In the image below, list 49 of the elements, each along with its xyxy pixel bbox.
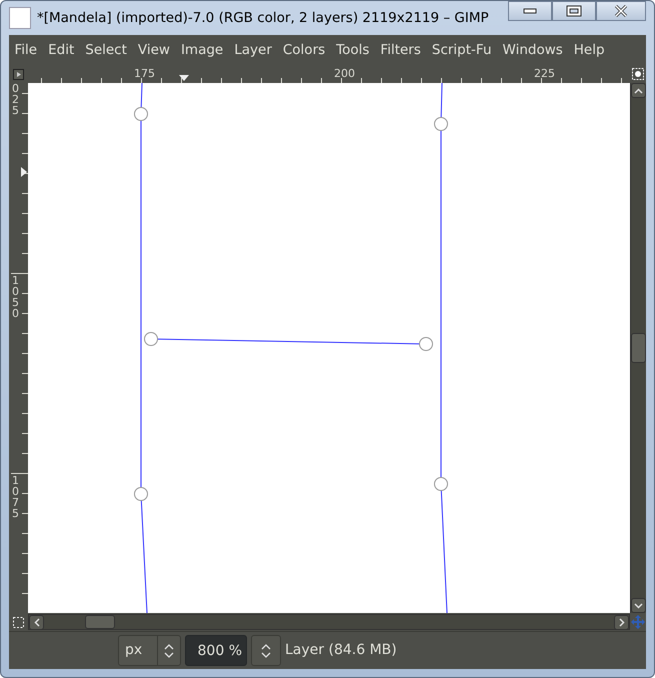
menu-item[interactable]: File [9, 40, 43, 60]
scroll-right-button[interactable] [614, 614, 629, 630]
up-down-icon [164, 644, 174, 658]
chevron-right-icon [618, 618, 624, 626]
scroll-left-button[interactable] [29, 614, 44, 630]
menu-item[interactable]: Tools [330, 40, 375, 60]
vertical-scrollbar[interactable] [630, 83, 646, 613]
menu-item[interactable]: Image [175, 40, 229, 60]
menu-item[interactable]: Layer [228, 40, 278, 60]
minimize-button[interactable] [508, 1, 552, 21]
menu-item[interactable]: Script-Fu [426, 40, 498, 60]
zoom-dropdown-button[interactable] [251, 635, 281, 666]
chevron-left-icon [34, 618, 40, 626]
menu-item[interactable]: Edit [42, 40, 80, 60]
ruler-label: 1075 [12, 475, 20, 519]
menu-item[interactable]: Select [80, 40, 132, 60]
ruler-label: 025 [12, 83, 20, 116]
pointer-marker-icon [179, 75, 189, 81]
close-button[interactable] [596, 1, 646, 21]
chevron-down-icon [634, 602, 643, 608]
window-title: *[Mandela] (imported)-7.0 (RGB color, 2 layers) 2119x2119 – GIMP [37, 8, 490, 28]
zoom-icon[interactable] [632, 68, 644, 80]
pointer-marker-icon [21, 167, 27, 177]
menu-item[interactable]: Filters [374, 40, 426, 60]
selection-icon[interactable] [13, 616, 24, 628]
scroll-thumb[interactable] [85, 615, 115, 629]
scroll-thumb[interactable] [631, 333, 646, 363]
quick-mask-icon[interactable] [13, 68, 24, 80]
scroll-up-button[interactable] [631, 83, 646, 98]
unit-dropdown[interactable]: px [118, 635, 181, 666]
menu-item[interactable]: Colors [277, 40, 331, 60]
ruler-label: 175 [134, 68, 155, 79]
menu-item[interactable]: Help [568, 40, 610, 60]
app-icon [9, 7, 31, 29]
menu-item[interactable]: View [132, 40, 176, 60]
ruler-label: 200 [334, 68, 355, 79]
scroll-down-button[interactable] [631, 598, 646, 613]
layer-info: Layer (84.6 MB) [285, 641, 397, 660]
minimize-icon [523, 8, 537, 14]
close-icon [614, 5, 628, 17]
maximize-icon [566, 5, 582, 17]
ruler-label: 225 [534, 68, 555, 79]
zoom-field[interactable]: 800 % [185, 635, 247, 666]
maximize-button[interactable] [552, 1, 596, 21]
menu-item[interactable]: Windows [497, 40, 568, 60]
chevron-up-icon [634, 88, 643, 94]
horizontal-scrollbar[interactable] [28, 614, 630, 630]
ruler-label: 1050 [12, 275, 20, 319]
up-down-icon [261, 644, 271, 658]
